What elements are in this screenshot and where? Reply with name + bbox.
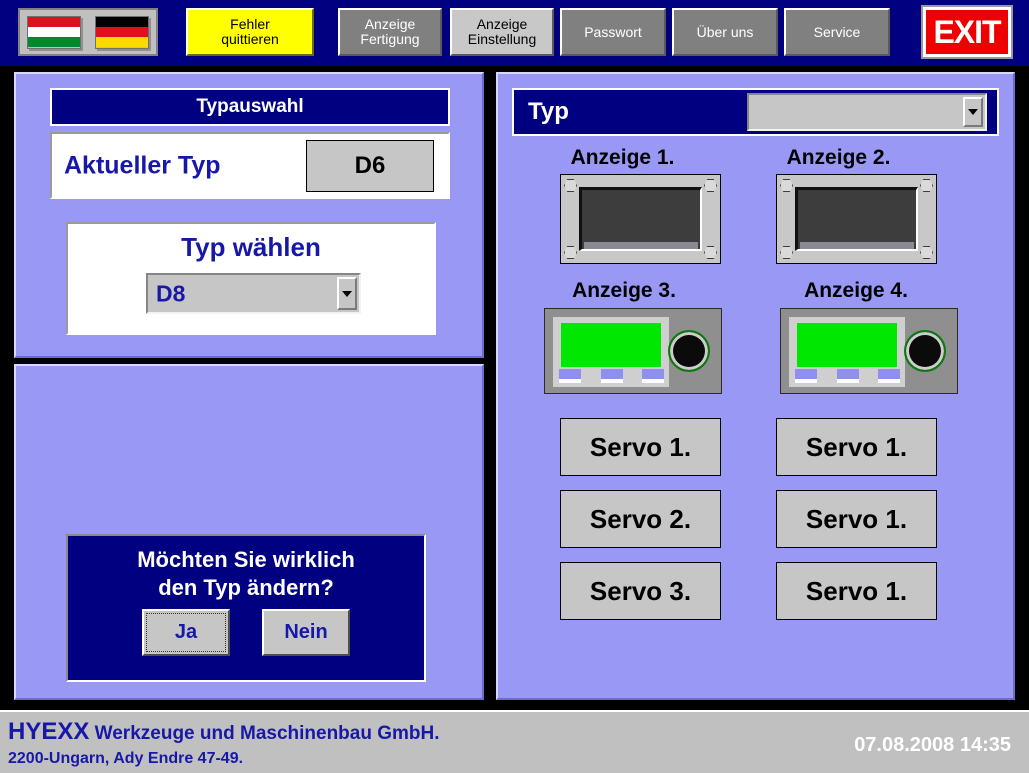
type-selection-header: Typauswahl	[50, 88, 450, 126]
display-production-button[interactable]: Anzeige Fertigung	[338, 8, 442, 56]
button-label-line2: Fertigung	[360, 31, 420, 47]
display-settings-button[interactable]: Anzeige Einstellung	[450, 8, 554, 56]
screw-icon	[920, 246, 933, 259]
servo-button-label: Servo 1.	[805, 575, 908, 606]
confirm-no-button[interactable]: Nein	[262, 609, 350, 656]
display-3-face	[553, 317, 669, 387]
company-address: 2200-Ungarn, Ady Endre 47-49.	[8, 750, 244, 767]
display-device-1[interactable]	[560, 174, 721, 264]
display-2-label: Anzeige 2.	[786, 146, 891, 169]
display-3-rotary-knob[interactable]	[668, 330, 710, 372]
servo-button-label: Servo 1.	[805, 503, 908, 534]
exit-button-label: EXIT	[926, 10, 1008, 54]
confirm-message-line1: Möchten Sie wirklich	[137, 547, 355, 572]
screw-icon	[920, 179, 933, 192]
current-type-group: Aktueller Typ D6	[50, 132, 450, 199]
service-button[interactable]: Service	[784, 8, 890, 56]
confirm-message-line2: den Typ ändern?	[158, 574, 334, 600]
type-dropdown[interactable]	[747, 93, 987, 131]
exit-button[interactable]: EXIT	[921, 5, 1013, 59]
company-name: HYEXX	[8, 718, 90, 745]
display-2-screen	[795, 187, 918, 251]
button-label-line1: Service	[813, 23, 861, 40]
button-label-line2: quittieren	[221, 31, 279, 47]
display-3-label: Anzeige 3.	[572, 279, 676, 302]
chevron-down-icon[interactable]	[337, 277, 357, 310]
change-type-confirm-dialog: Möchten Sie wirklich den Typ ändern? Ja …	[66, 534, 426, 682]
about-us-button[interactable]: Über uns	[672, 8, 778, 56]
hmi-screen: Fehler quittieren Anzeige Fertigung Anze…	[0, 0, 1029, 773]
acknowledge-fault-button[interactable]: Fehler quittieren	[186, 8, 314, 56]
button-label-line1: Anzeige	[476, 16, 528, 33]
display-4-screen	[797, 323, 897, 367]
type-header-label: Typ	[528, 98, 569, 125]
servo-button-right-2[interactable]: Servo 1.	[776, 490, 937, 548]
display-device-3[interactable]	[544, 308, 722, 394]
select-type-dropdown-value: D8	[156, 280, 186, 306]
display-3-keypad[interactable]	[559, 369, 664, 383]
current-type-label: Aktueller Typ	[64, 151, 221, 179]
chevron-down-icon[interactable]	[963, 97, 983, 127]
confirmation-panel: Möchten Sie wirklich den Typ ändern? Ja …	[14, 364, 484, 700]
display-4-rotary-knob[interactable]	[904, 330, 946, 372]
select-type-label: Typ wählen	[181, 232, 321, 262]
type-header-bar: Typ	[512, 88, 999, 136]
servo-button-label: Servo 3.	[589, 575, 692, 606]
footer-bar: HYEXX Werkzeuge und Maschinenbau GmbH. 2…	[0, 710, 1029, 773]
servo-button-left-3[interactable]: Servo 3.	[560, 562, 721, 620]
screw-icon	[704, 179, 717, 192]
password-button[interactable]: Passwort	[560, 8, 666, 56]
servo-button-label: Servo 1.	[589, 431, 692, 462]
company-line: HYEXX Werkzeuge und Maschinenbau GmbH.	[8, 718, 440, 746]
display-1-screen	[579, 187, 702, 251]
germany-flag-icon[interactable]	[95, 15, 149, 49]
button-label-line1: Fehler	[230, 16, 270, 33]
screw-icon	[564, 179, 577, 192]
select-type-dropdown[interactable]: D8	[146, 273, 361, 314]
screw-icon	[704, 246, 717, 259]
servo-button-left-2[interactable]: Servo 2.	[560, 490, 721, 548]
confirm-yes-button[interactable]: Ja	[142, 609, 230, 656]
display-3-screen	[561, 323, 661, 367]
servo-button-label: Servo 2.	[589, 503, 692, 534]
company-description: Werkzeuge und Maschinenbau GmbH.	[89, 723, 440, 744]
display-4-keypad[interactable]	[795, 369, 900, 383]
screw-icon	[780, 179, 793, 192]
confirm-no-label: Nein	[284, 621, 328, 643]
display-4-label: Anzeige 4.	[804, 279, 908, 302]
button-label-line1: Über uns	[696, 23, 754, 40]
select-type-group: Typ wählen D8	[66, 222, 436, 335]
display-1-label: Anzeige 1.	[570, 146, 675, 169]
confirm-yes-label: Ja	[174, 621, 198, 643]
display-4-face	[789, 317, 905, 387]
servo-button-right-3[interactable]: Servo 1.	[776, 562, 937, 620]
screw-icon	[564, 246, 577, 259]
type-selection-panel: Typauswahl Aktueller Typ D6 Typ wählen D…	[14, 72, 484, 358]
top-toolbar: Fehler quittieren Anzeige Fertigung Anze…	[0, 0, 1029, 66]
confirm-button-row: Ja Nein	[68, 609, 424, 656]
button-label-line1: Passwort	[584, 23, 642, 40]
type-overview-panel: Typ Anzeige 1. Anzeige 2. Anzeige 3. Anz…	[496, 72, 1015, 700]
display-device-2[interactable]	[776, 174, 937, 264]
servo-button-label: Servo 1.	[805, 431, 908, 462]
screw-icon	[780, 246, 793, 259]
display-device-4[interactable]	[780, 308, 958, 394]
datetime-readout: 07.08.2008 14:35	[854, 734, 1011, 756]
hungary-flag-icon[interactable]	[27, 15, 81, 49]
current-type-value: D6	[306, 139, 434, 192]
servo-button-right-1[interactable]: Servo 1.	[776, 418, 937, 476]
servo-button-left-1[interactable]: Servo 1.	[560, 418, 721, 476]
type-selection-header-label: Typauswahl	[196, 96, 304, 117]
button-label-line1: Anzeige	[364, 16, 416, 33]
button-label-line2: Einstellung	[467, 31, 537, 47]
language-flag-panel	[18, 8, 158, 56]
